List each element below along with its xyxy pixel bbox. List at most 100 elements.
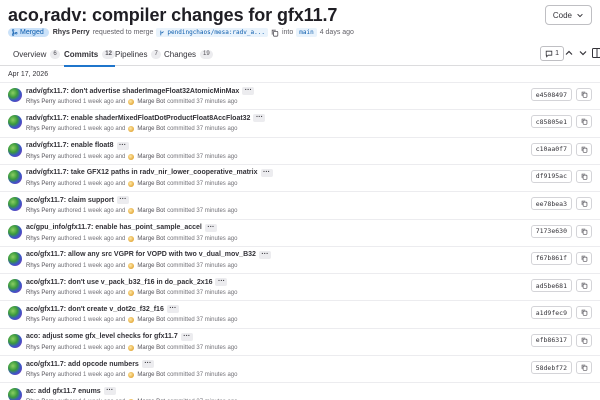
- commit-title[interactable]: radv/gfx11.7: enable float8: [26, 142, 114, 149]
- committer[interactable]: Marge Bot: [137, 372, 165, 378]
- copy-sha-button[interactable]: [576, 142, 592, 156]
- committer[interactable]: Marge Bot: [137, 317, 165, 323]
- commit-sha[interactable]: f67b861f: [530, 251, 572, 265]
- commit-sha[interactable]: e4508497: [530, 88, 572, 101]
- ellipsis-toggle-icon[interactable]: ···: [180, 332, 193, 341]
- commit-title[interactable]: aco: adjust some gfx_level checks for gf…: [26, 333, 178, 340]
- committer[interactable]: Marge Bot: [137, 236, 165, 242]
- avatar[interactable]: [8, 115, 22, 130]
- commit-row: radv/gfx11.7: enable float8 ··· Rhys Perry…: [0, 136, 600, 165]
- commit-title[interactable]: ac/gpu_info/gfx11.7: enable has_point_sa…: [26, 224, 202, 231]
- copy-icon: [581, 91, 587, 98]
- copy-icon[interactable]: [271, 29, 279, 37]
- chevron-down-icon[interactable]: [578, 48, 588, 58]
- copy-sha-button[interactable]: [576, 197, 592, 211]
- avatar[interactable]: [8, 251, 22, 266]
- committer[interactable]: Marge Bot: [137, 99, 165, 105]
- ellipsis-toggle-icon[interactable]: ···: [116, 141, 129, 150]
- committer[interactable]: Marge Bot: [137, 345, 165, 351]
- committer[interactable]: Marge Bot: [137, 263, 165, 269]
- copy-sha-button[interactable]: [576, 115, 592, 129]
- commit-title[interactable]: aco/gfx11.7: add opcode numbers: [26, 361, 139, 368]
- ellipsis-toggle-icon[interactable]: ···: [253, 114, 266, 123]
- copy-sha-button[interactable]: [576, 169, 592, 183]
- committer[interactable]: Marge Bot: [137, 154, 165, 160]
- ellipsis-toggle-icon[interactable]: ···: [103, 387, 116, 396]
- copy-sha-button[interactable]: [576, 88, 592, 101]
- ellipsis-toggle-icon[interactable]: ···: [204, 223, 217, 232]
- commit-author[interactable]: Rhys Perry: [26, 263, 56, 269]
- commit-sha[interactable]: 58debf72: [530, 361, 572, 374]
- commit-title-row: aco: adjust some gfx_level checks for gf…: [26, 332, 193, 341]
- commit-title[interactable]: radv/gfx11.7: enable shaderMixedFloatDot…: [26, 115, 250, 122]
- commit-sha[interactable]: ee78bea3: [530, 197, 572, 211]
- commit-title[interactable]: aco/gfx11.7: don't use v_pack_b32_f16 in…: [26, 279, 212, 286]
- ellipsis-toggle-icon[interactable]: ···: [242, 87, 255, 95]
- commit-title[interactable]: radv/gfx11.7: don't advertise shaderImag…: [26, 88, 239, 95]
- avatar[interactable]: [8, 361, 22, 375]
- commit-author[interactable]: Rhys Perry: [26, 317, 56, 323]
- copy-sha-button[interactable]: [576, 224, 592, 238]
- avatar[interactable]: [8, 142, 22, 157]
- avatar[interactable]: [8, 306, 22, 321]
- commit-author[interactable]: Rhys Perry: [26, 181, 56, 187]
- commit-sha[interactable]: 7173e630: [530, 224, 572, 238]
- commit-title-row: aco/gfx11.7: claim support ···: [26, 196, 129, 205]
- tab-pipelines[interactable]: Pipelines 7: [115, 42, 161, 66]
- commit-title[interactable]: ac: add gfx11.7 enums: [26, 388, 101, 395]
- copy-sha-button[interactable]: [576, 251, 592, 265]
- ellipsis-toggle-icon[interactable]: ···: [166, 305, 179, 314]
- avatar[interactable]: [8, 88, 22, 102]
- avatar[interactable]: [8, 169, 22, 184]
- commit-title[interactable]: radv/gfx11.7: take GFX12 paths in radv_n…: [26, 169, 258, 176]
- target-branch[interactable]: main: [296, 28, 317, 37]
- commit-sha[interactable]: a1d9fec9: [530, 306, 572, 320]
- ellipsis-toggle-icon[interactable]: ···: [258, 250, 271, 259]
- chevron-up-icon[interactable]: [564, 48, 574, 58]
- commit-author[interactable]: Rhys Perry: [26, 290, 56, 296]
- copy-sha-button[interactable]: [576, 279, 592, 293]
- sidebar-toggle-icon[interactable]: [592, 48, 600, 58]
- mr-author[interactable]: Rhys Perry: [53, 29, 90, 36]
- commit-sha[interactable]: df9195ac: [530, 169, 572, 183]
- ellipsis-toggle-icon[interactable]: ···: [141, 360, 154, 368]
- thread-toggle[interactable]: 1: [540, 46, 564, 61]
- ellipsis-toggle-icon[interactable]: ···: [260, 168, 273, 177]
- commit-title[interactable]: aco/gfx11.7: allow any src VGPR for VOPD…: [26, 251, 256, 258]
- commit-meta: Rhys Perryauthored 1 week ago and Marge B…: [26, 153, 237, 160]
- tab-commits[interactable]: Commits 12: [64, 42, 115, 67]
- code-dropdown-button[interactable]: Code: [544, 5, 592, 25]
- avatar[interactable]: [8, 333, 22, 348]
- commit-sha[interactable]: c10aa0f7: [530, 142, 572, 156]
- committer[interactable]: Marge Bot: [137, 126, 165, 132]
- commit-author[interactable]: Rhys Perry: [26, 126, 56, 132]
- committer[interactable]: Marge Bot: [137, 290, 165, 296]
- ellipsis-toggle-icon[interactable]: ···: [215, 278, 228, 287]
- commit-author[interactable]: Rhys Perry: [26, 372, 56, 378]
- commit-author[interactable]: Rhys Perry: [26, 208, 56, 214]
- commit-sha[interactable]: ad5be681: [530, 279, 572, 293]
- commit-author[interactable]: Rhys Perry: [26, 99, 56, 105]
- commit-sha[interactable]: c85805e1: [530, 115, 572, 129]
- commit-author[interactable]: Rhys Perry: [26, 154, 56, 160]
- commit-sha[interactable]: efb86317: [530, 333, 572, 347]
- copy-sha-button[interactable]: [576, 306, 592, 320]
- bot-avatar: [128, 290, 135, 297]
- copy-sha-button[interactable]: [576, 333, 592, 347]
- tab-overview[interactable]: Overview 6: [13, 42, 60, 66]
- committer[interactable]: Marge Bot: [137, 208, 165, 214]
- source-branch[interactable]: pendingchaos/mesa:radv_a...: [156, 28, 268, 37]
- avatar[interactable]: [8, 279, 22, 294]
- commit-author[interactable]: Rhys Perry: [26, 345, 56, 351]
- commit-title[interactable]: aco/gfx11.7: don't create v_dot2c_f32_f1…: [26, 306, 164, 313]
- commit-author[interactable]: Rhys Perry: [26, 236, 56, 242]
- commit-row: ac/gpu_info/gfx11.7: enable has_point_sa…: [0, 218, 600, 247]
- copy-sha-button[interactable]: [576, 361, 592, 374]
- ellipsis-toggle-icon[interactable]: ···: [116, 196, 129, 205]
- commit-title[interactable]: aco/gfx11.7: claim support: [26, 197, 114, 204]
- committer[interactable]: Marge Bot: [137, 181, 165, 187]
- avatar[interactable]: [8, 388, 22, 400]
- avatar[interactable]: [8, 197, 22, 212]
- tab-changes[interactable]: Changes 19: [164, 42, 213, 66]
- avatar[interactable]: [8, 224, 22, 239]
